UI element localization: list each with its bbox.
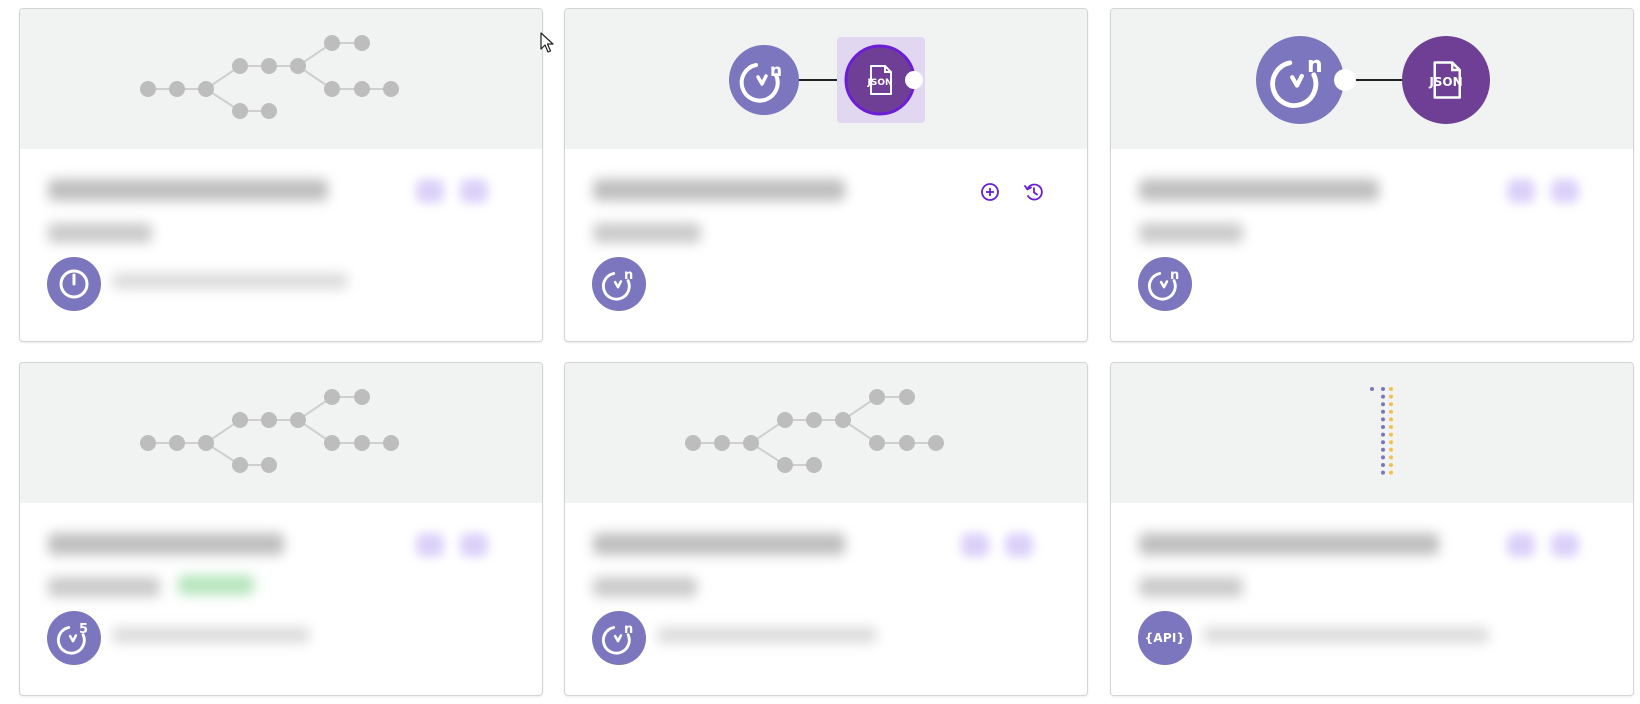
node-dot — [1381, 387, 1385, 391]
card-description-redacted — [112, 273, 348, 289]
svg-text:5: 5 — [79, 622, 88, 637]
workflow-preview: n JSON — [1111, 9, 1633, 149]
node-dot — [1381, 470, 1385, 475]
card-description-redacted — [1203, 627, 1489, 643]
workflow-preview — [20, 9, 542, 149]
node-dot — [1381, 394, 1385, 399]
trigger-avatar: n — [592, 257, 646, 311]
node-dot — [1389, 387, 1393, 391]
card-subtitle-redacted — [48, 223, 152, 243]
card-title-redacted — [1139, 179, 1379, 201]
card-action-redacted[interactable] — [1551, 179, 1579, 203]
node-dot — [1381, 417, 1385, 422]
trigger-avatar: n — [1138, 257, 1192, 311]
add-circle-icon — [981, 183, 999, 201]
card-action-redacted[interactable] — [460, 533, 488, 557]
card-subtitle-redacted — [48, 577, 160, 597]
card-action-redacted[interactable] — [1005, 533, 1033, 557]
svg-text:n: n — [624, 268, 633, 283]
card-action-redacted[interactable] — [1551, 533, 1579, 557]
workflow-preview — [565, 363, 1087, 503]
dotted-columns-preview — [1370, 387, 1393, 475]
five-clock-icon: 5 — [56, 622, 88, 655]
node-graph-preview — [684, 388, 945, 474]
n-clock-icon: n — [601, 622, 633, 655]
n-clock-icon: n — [1147, 268, 1179, 301]
card-subtitle-redacted — [1139, 577, 1243, 597]
card-title-redacted — [48, 179, 328, 201]
node-dot — [1381, 447, 1385, 452]
node-output-handle — [1334, 69, 1356, 91]
card-title-redacted — [48, 533, 284, 555]
card-description-redacted — [657, 627, 877, 643]
card-action-redacted[interactable] — [416, 179, 444, 203]
node-graph-preview — [139, 388, 400, 474]
node-dot — [1389, 470, 1393, 475]
trigger-avatar: 5 — [47, 611, 101, 665]
svg-text:n: n — [770, 61, 782, 81]
workflow-card-3[interactable]: n JSON n — [1110, 8, 1634, 342]
svg-text:n: n — [624, 622, 633, 637]
trigger-avatar: n — [592, 611, 646, 665]
n-clock-icon: n — [601, 268, 633, 301]
card-title-redacted — [593, 533, 845, 555]
card-action-redacted[interactable] — [1507, 179, 1535, 203]
svg-text:n: n — [1307, 53, 1323, 78]
node-dot — [1389, 417, 1393, 422]
node-dot — [1389, 425, 1393, 429]
trigger-avatar — [47, 257, 101, 311]
n-to-json-preview: n JSON — [1256, 36, 1490, 124]
card-subtitle-redacted — [593, 223, 701, 243]
add-button[interactable] — [977, 179, 1003, 205]
node-graph-preview — [139, 34, 400, 120]
trigger-avatar: {API} — [1138, 611, 1192, 665]
node-dot — [1389, 394, 1393, 399]
card-action-redacted[interactable] — [416, 533, 444, 557]
card-subtitle-redacted — [593, 577, 697, 597]
history-button[interactable] — [1021, 179, 1047, 205]
workflow-card-4[interactable]: 5 — [19, 362, 543, 696]
node-dot — [1389, 432, 1393, 437]
workflow-preview — [20, 363, 542, 503]
workflow-card-2[interactable]: n JSON n — [564, 8, 1088, 342]
svg-text:JSON: JSON — [1428, 75, 1462, 89]
node-dot — [1389, 463, 1393, 467]
node-dot — [1381, 455, 1385, 460]
workflow-card-6[interactable]: {API} — [1110, 362, 1634, 696]
n-to-json-preview: n JSON — [729, 37, 925, 123]
node-dot — [1389, 455, 1393, 460]
card-description-redacted — [112, 627, 310, 643]
card-subtitle-redacted — [1139, 223, 1243, 243]
node-dot — [1381, 463, 1385, 467]
card-action-redacted[interactable] — [460, 179, 488, 203]
workflow-card-5[interactable]: n — [564, 362, 1088, 696]
workflow-preview: n JSON — [565, 9, 1087, 149]
card-action-redacted[interactable] — [1507, 533, 1535, 557]
status-badge-redacted — [178, 575, 254, 595]
node-dot — [1389, 402, 1393, 407]
workflow-card-1[interactable] — [19, 8, 543, 342]
node-dot — [1381, 402, 1385, 407]
history-icon — [1024, 183, 1043, 201]
node-dot — [1389, 440, 1393, 445]
node-dot — [1381, 409, 1385, 414]
node-dot — [1381, 425, 1385, 429]
svg-text:JSON: JSON — [866, 78, 892, 88]
node-dot — [1381, 440, 1385, 445]
card-title-redacted — [593, 179, 845, 201]
start-dot — [1370, 387, 1374, 391]
node-dot — [1389, 409, 1393, 414]
node-dot — [1381, 432, 1385, 437]
node-output-handle — [905, 71, 923, 89]
workflow-preview — [1111, 363, 1633, 503]
svg-text:n: n — [1170, 268, 1179, 283]
node-dot — [1389, 447, 1393, 452]
clock-icon — [59, 269, 89, 299]
api-icon: {API} — [1144, 631, 1186, 645]
mouse-cursor-icon — [540, 32, 554, 53]
card-title-redacted — [1139, 533, 1439, 555]
card-action-redacted[interactable] — [961, 533, 989, 557]
